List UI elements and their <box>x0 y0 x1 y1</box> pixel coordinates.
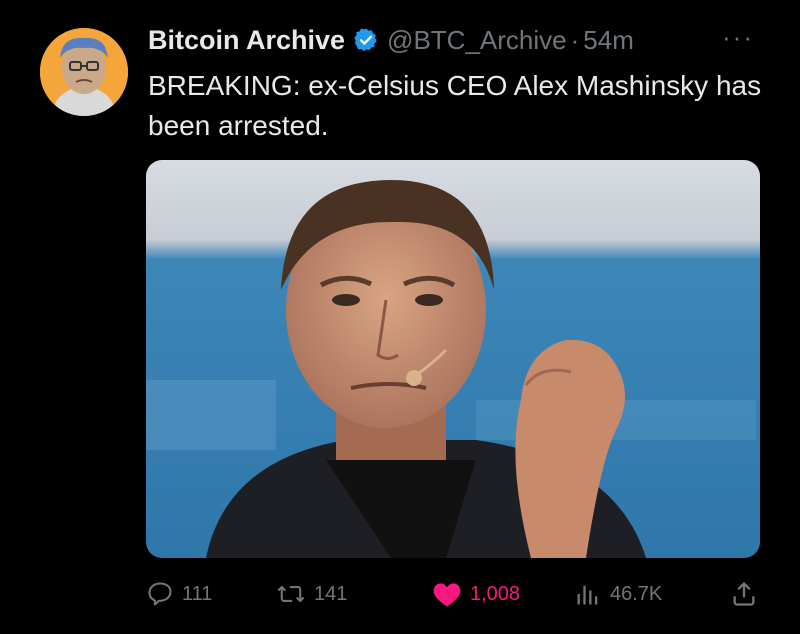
tweet-text: BREAKING: ex-Celsius CEO Alex Mashinsky … <box>148 70 762 141</box>
avatar-image <box>40 28 128 116</box>
media-photo <box>146 160 760 558</box>
separator-dot: · <box>570 24 580 55</box>
timestamp[interactable]: 54m <box>583 25 634 56</box>
repost-icon <box>277 585 305 603</box>
share-button[interactable] <box>730 572 766 616</box>
views-count: 46.7K <box>610 582 663 605</box>
repost-button[interactable]: 141 <box>276 572 347 616</box>
share-icon <box>733 582 755 606</box>
repost-count: 141 <box>314 582 348 605</box>
reply-icon <box>148 582 172 606</box>
verified-badge-icon <box>353 27 379 53</box>
author-handle[interactable]: @BTC_Archive <box>387 25 567 56</box>
tweet-actions: 111 141 1,008 46.7K <box>146 572 760 616</box>
like-button[interactable]: 1,008 <box>432 572 520 616</box>
views-button[interactable]: 46.7K <box>574 572 662 616</box>
tweet-media-image[interactable] <box>146 160 760 558</box>
tweet-header: Bitcoin Archive @BTC_Archive · 54m ··· <box>148 22 760 58</box>
avatar[interactable] <box>40 28 128 116</box>
more-options-icon[interactable]: ··· <box>722 22 754 53</box>
like-count: 1,008 <box>470 582 521 605</box>
reply-button[interactable]: 111 <box>146 572 212 616</box>
author-name[interactable]: Bitcoin Archive <box>148 25 345 56</box>
reply-count: 111 <box>182 582 213 605</box>
views-icon <box>577 585 598 605</box>
heart-icon <box>433 583 461 607</box>
